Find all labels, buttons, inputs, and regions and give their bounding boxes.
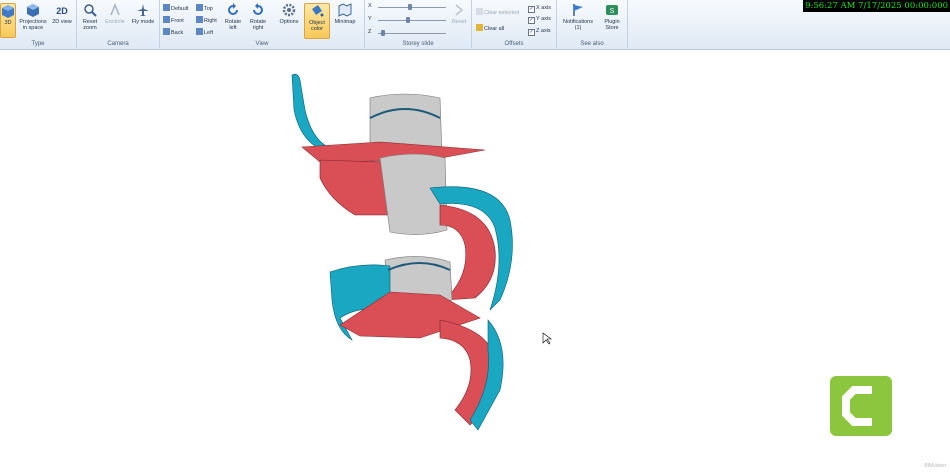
svg-text:S: S <box>610 8 615 15</box>
options-button[interactable]: Options <box>277 3 301 25</box>
3d-button[interactable]: 3D <box>0 3 16 38</box>
3d-viewport[interactable]: BIMvision <box>0 50 950 471</box>
projection-cube-icon <box>27 4 39 17</box>
left-view-icon <box>196 28 203 35</box>
plugin-store-button[interactable]: S Plugin Store <box>599 3 625 31</box>
clear-all-button[interactable]: Clear all <box>476 24 504 32</box>
rotate-right-icon <box>253 3 263 15</box>
minimap-button[interactable]: Minimap <box>332 3 358 25</box>
paint-bucket-icon <box>312 5 324 17</box>
magnifier-icon <box>84 4 97 17</box>
x-slider-thumb[interactable] <box>408 4 412 10</box>
y-axis-checkbox[interactable]: ✓ Y axis <box>528 15 551 24</box>
z-axis-checkbox[interactable]: ✓ Z axis <box>528 27 551 36</box>
offsets-group: Clear selected Clear all ✓ X axis ✓ Y axis… <box>472 0 557 48</box>
rotate-left-icon <box>228 3 238 15</box>
cube-3d-icon <box>2 5 14 18</box>
view-right-button[interactable]: Right <box>196 16 217 24</box>
top-view-icon <box>196 4 203 11</box>
reset-zoom-button[interactable]: Reset zoom <box>79 3 101 31</box>
svg-text:2D: 2D <box>56 6 68 16</box>
2d-view-button[interactable]: 2D 2D view <box>52 3 72 25</box>
type-group: 3D Projections in space 2D 2D view Type <box>0 0 77 48</box>
type-group-label: Type <box>31 41 45 47</box>
mouse-cursor-icon <box>542 332 552 345</box>
reset-button[interactable]: Reset <box>449 3 469 25</box>
rotate-left-button[interactable]: Rotate left <box>222 3 244 31</box>
projections-button[interactable]: Projections in space <box>17 3 49 31</box>
view-group-label: View <box>255 41 269 47</box>
view-left-button[interactable]: Left <box>196 28 213 36</box>
see-also-group: Notifications (1) S Plugin Store See als… <box>557 0 628 48</box>
gear-icon <box>282 3 296 17</box>
y-axis-check-icon: ✓ <box>528 17 535 24</box>
broom-icon <box>476 24 483 31</box>
view-back-button[interactable]: Back <box>163 28 183 36</box>
z-axis-check-icon: ✓ <box>528 29 535 36</box>
fly-mode-button[interactable]: Fly mode <box>131 3 155 25</box>
view-front-button[interactable]: Front <box>163 16 184 24</box>
clear-selected-button[interactable]: Clear selected <box>476 8 519 16</box>
x-axis-checkbox[interactable]: ✓ X axis <box>528 4 551 13</box>
storey-slide-label: Storey slide <box>402 41 434 47</box>
recording-clock: 9:56:27 AM 7/17/2025 00:00:000 <box>803 0 950 12</box>
back-view-icon <box>163 28 170 35</box>
rail-top-left <box>291 73 331 151</box>
camera-group: Reset zoom Encircle Fly mode Camera <box>77 0 160 48</box>
spiral-staircase-model[interactable] <box>0 50 950 471</box>
y-slider-thumb[interactable] <box>406 17 410 23</box>
offsets-group-label: Offsets <box>504 41 524 47</box>
notifications-button[interactable]: Notifications (1) <box>559 3 597 31</box>
view-default-button[interactable]: Default <box>163 4 188 12</box>
clear-selected-icon <box>476 8 483 15</box>
airplane-icon <box>137 4 149 16</box>
y-slider[interactable]: Y <box>368 16 448 24</box>
x-slider[interactable]: X <box>368 3 448 11</box>
camtasia-logo <box>830 376 892 436</box>
view-top-button[interactable]: Top <box>196 4 213 12</box>
camtasia-c-icon <box>842 386 872 426</box>
front-view-icon <box>163 16 170 23</box>
rotate-right-button[interactable]: Rotate right <box>247 3 269 31</box>
z-slider-thumb[interactable] <box>381 30 385 36</box>
2d-icon: 2D <box>56 6 68 16</box>
right-view-icon <box>196 16 203 23</box>
z-slider[interactable]: Z <box>368 29 448 37</box>
camera-group-label: Camera <box>107 41 129 47</box>
encircle-button[interactable]: Encircle <box>103 3 127 25</box>
see-also-group-label: See also <box>580 41 604 47</box>
reset-arrow-icon <box>455 4 464 16</box>
x-axis-check-icon: ✓ <box>528 6 535 13</box>
default-view-icon <box>163 4 170 11</box>
view-group: Default Front Back Top Right Left Rotate… <box>160 0 365 48</box>
ribbon: 3D Projections in space 2D 2D view Type … <box>0 0 950 50</box>
flag-icon <box>573 4 583 16</box>
watermark: BIMvision <box>924 463 946 469</box>
object-color-button[interactable]: Object color <box>304 3 330 39</box>
store-icon: S <box>606 5 618 15</box>
encircle-icon <box>110 3 120 16</box>
map-icon <box>338 3 352 17</box>
